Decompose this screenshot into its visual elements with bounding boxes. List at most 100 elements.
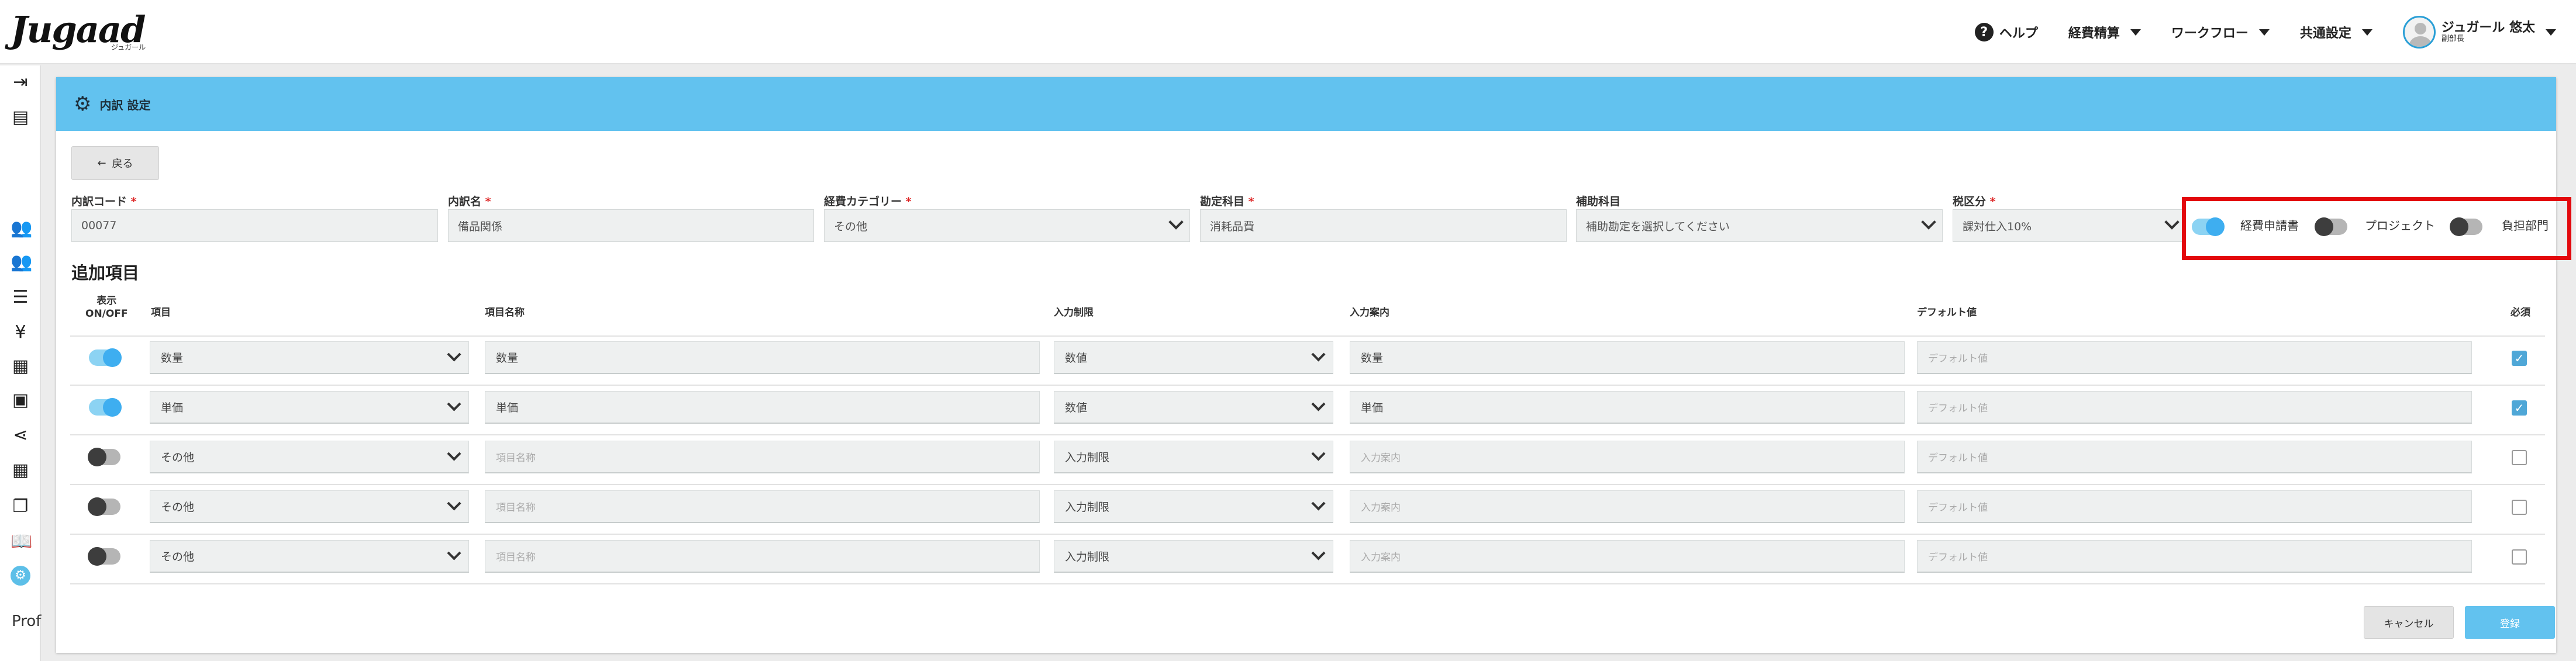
row-default-value-input[interactable]: デフォルト値 <box>1917 441 2472 473</box>
row-default-value-input[interactable]: デフォルト値 <box>1917 341 2472 374</box>
row-divider <box>70 534 2545 535</box>
row-item-select[interactable]: その他 <box>150 490 469 523</box>
menu-common-settings[interactable]: 共通設定 <box>2300 23 2372 41</box>
back-button[interactable]: ← 戻る <box>71 146 159 180</box>
receipt-icon[interactable]: ▣ <box>11 390 30 410</box>
field-label-sub-account: 補助科目 <box>1576 195 1621 208</box>
row-default-value-input[interactable]: デフォルト値 <box>1917 490 2472 523</box>
row-toggle[interactable] <box>88 547 120 566</box>
help-link[interactable]: ? ヘルプ <box>1974 23 2038 41</box>
row-input-limit-select[interactable]: 数値 <box>1054 391 1333 424</box>
account-input[interactable]: 消耗品費 <box>1200 209 1567 242</box>
help-icon: ? <box>1974 23 1994 41</box>
row-item-name-input[interactable]: 項目名称 <box>485 441 1040 473</box>
chevron-down-icon <box>447 546 461 560</box>
row-input-limit-select[interactable]: 入力制限 <box>1054 540 1333 573</box>
row-input-limit-select[interactable]: 入力制限 <box>1054 441 1333 473</box>
copy-icon[interactable]: ❐ <box>11 497 30 517</box>
top-nav: ? ヘルプ 経費精算 ワークフロー 共通設定 ジュガール 悠太 副部長 <box>1974 0 2556 64</box>
row-input-guide-input[interactable]: 入力案内 <box>1350 540 1905 573</box>
row-required-checkbox[interactable]: ✓ <box>2512 351 2527 366</box>
caret-down-icon <box>2546 29 2556 36</box>
col-header-item-name: 項目名称 <box>485 307 525 319</box>
row-required-checkbox[interactable] <box>2512 450 2527 465</box>
row-input-limit-select[interactable]: 数値 <box>1054 341 1333 374</box>
menu-workflow[interactable]: ワークフロー <box>2171 23 2270 41</box>
avatar <box>2402 16 2436 49</box>
document-icon[interactable]: ▦ <box>11 357 30 376</box>
row-input-guide-input[interactable]: 数量 <box>1350 341 1905 374</box>
top-bar: Jugaad ジュガール ? ヘルプ 経費精算 ワークフロー 共通設定 ジュガー… <box>0 0 2576 64</box>
menu-workflow-label: ワークフロー <box>2171 26 2249 41</box>
field-label-code: 内訳コード * <box>71 195 137 208</box>
back-label: 戻る <box>112 158 133 170</box>
menu-expense[interactable]: 経費精算 <box>2068 23 2141 41</box>
help-label: ヘルプ <box>1999 26 2038 41</box>
chevron-down-icon <box>447 447 461 461</box>
row-item-name-input[interactable]: 項目名称 <box>485 490 1040 523</box>
row-item-select[interactable]: 単価 <box>150 391 469 424</box>
user-menu[interactable]: ジュガール 悠太 副部長 <box>2402 16 2556 49</box>
caret-down-icon <box>2130 29 2141 36</box>
field-label-category: 経費カテゴリー * <box>824 195 912 208</box>
chevron-down-icon <box>447 496 461 511</box>
active-settings-icon[interactable]: ⚙ <box>11 566 30 586</box>
name-input[interactable]: 備品関係 <box>448 209 814 242</box>
section-title-additional: 追加項目 <box>71 263 140 283</box>
row-item-select[interactable]: 数量 <box>150 341 469 374</box>
caret-down-icon <box>2258 29 2270 36</box>
row-item-name-input[interactable]: 項目名称 <box>485 540 1040 573</box>
users-icon[interactable]: 👥 <box>11 219 32 238</box>
chevron-down-icon <box>1311 546 1326 560</box>
collapse-menu-icon[interactable]: ⇥ <box>11 72 30 92</box>
chevron-down-icon <box>1311 397 1326 411</box>
col-header-input-limit: 入力制限 <box>1054 307 1094 319</box>
tax-select[interactable]: 課対仕入10% <box>1953 209 2186 242</box>
row-toggle[interactable] <box>88 448 120 466</box>
col-header-item: 項目 <box>151 307 171 319</box>
page-title: 内訳 設定 <box>99 98 151 112</box>
yen-icon[interactable]: ¥ <box>11 323 30 342</box>
row-toggle[interactable] <box>89 348 122 367</box>
save-button[interactable]: 登録 <box>2465 606 2555 639</box>
table-icon[interactable]: ▦ <box>11 461 30 480</box>
gear-icon: ⚙ <box>74 92 92 116</box>
row-default-value-input[interactable]: デフォルト値 <box>1917 540 2472 573</box>
row-required-checkbox[interactable] <box>2512 549 2527 565</box>
col-header-required: 必須 <box>2511 307 2530 319</box>
row-divider <box>70 583 2545 584</box>
building-icon[interactable]: ▤ <box>11 108 30 127</box>
chevron-down-icon <box>447 397 461 411</box>
field-label-name: 内訳名 * <box>448 195 491 208</box>
user-role: 副部長 <box>2441 34 2464 43</box>
row-divider <box>70 484 2545 485</box>
category-select[interactable]: その他 <box>824 209 1190 242</box>
row-default-value-input[interactable]: デフォルト値 <box>1917 391 2472 424</box>
code-input[interactable]: 00077 <box>71 209 438 242</box>
row-item-select[interactable]: その他 <box>150 540 469 573</box>
col-header-input-guide: 入力案内 <box>1350 307 1389 319</box>
sub-account-select[interactable]: 補助勘定を選択してください <box>1576 209 1943 242</box>
row-toggle[interactable] <box>88 497 120 516</box>
row-item-name-input[interactable]: 数量 <box>485 341 1040 374</box>
row-item-name-input[interactable]: 単価 <box>485 391 1040 424</box>
book-icon[interactable]: 📖 <box>11 532 32 552</box>
sidebar-prof-label[interactable]: Prof <box>12 612 41 630</box>
chevron-down-icon <box>1311 496 1326 511</box>
row-required-checkbox[interactable]: ✓ <box>2512 400 2527 416</box>
row-input-limit-select[interactable]: 入力制限 <box>1054 490 1333 523</box>
share-icon[interactable]: ⋖ <box>11 425 30 445</box>
row-required-checkbox[interactable] <box>2512 500 2527 515</box>
list-icon[interactable]: ☰ <box>11 288 30 307</box>
caret-down-icon <box>2361 29 2372 36</box>
chevron-down-icon <box>447 347 461 362</box>
row-item-select[interactable]: その他 <box>150 441 469 473</box>
user-group-icon[interactable]: 👥 <box>11 252 32 272</box>
row-input-guide-input[interactable]: 入力案内 <box>1350 490 1905 523</box>
row-toggle[interactable] <box>89 398 122 417</box>
row-input-guide-input[interactable]: 単価 <box>1350 391 1905 424</box>
cancel-button[interactable]: キャンセル <box>2364 606 2454 639</box>
chevron-down-icon <box>1168 214 1184 230</box>
chevron-down-icon <box>2164 214 2180 230</box>
row-input-guide-input[interactable]: 入力案内 <box>1350 441 1905 473</box>
